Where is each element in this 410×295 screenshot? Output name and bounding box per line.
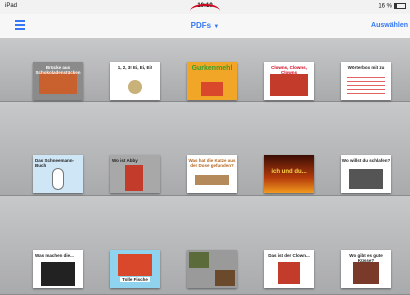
document-thumbnail[interactable]: Was hat die Katze aus der Dose gefunden? [187,155,237,193]
cover-image [125,165,143,191]
folder-title-dropdown[interactable]: PDFs ▼ [0,21,410,30]
document-title: 1, 2, 3! Ei, Ei, Ei! [117,65,153,70]
cover-image [195,175,229,185]
cover-image [201,82,223,96]
document-thumbnail[interactable]: Wo ist Abby [110,155,160,193]
document-title: Was machen die... [35,253,74,258]
document-title: Brücke aus Schokoladenstücken [35,65,81,75]
cover-image [270,74,308,96]
document-thumbnail[interactable]: Wo willst du schlafen? [341,155,391,193]
document-title: Das Schneemann-Buch [35,158,75,168]
document-thumbnail[interactable]: Das Schneemann-Buch [33,155,83,193]
document-title: Was hat die Katze aus der Dose gefunden? [188,158,236,168]
select-button[interactable]: Auswählen [371,22,408,29]
document-title: Das ist der Clown... [268,253,310,258]
document-thumbnail[interactable]: Wörterbox mit zu [341,62,391,100]
cover-image [39,72,77,94]
battery-indicator: 16 % [378,3,406,10]
document-thumbnail[interactable]: Wo gibt es gute Küsse? [341,250,391,288]
cover-image [347,74,385,96]
document-thumbnail[interactable]: Was machen die... [33,250,83,288]
document-thumbnail[interactable]: Brücke aus Schokoladenstücken [33,62,83,100]
document-title: Wörterbox mit zu [347,65,385,70]
document-thumbnail[interactable]: 1, 2, 3! Ei, Ei, Ei! [110,62,160,100]
document-thumbnail[interactable]: Gurkenmehl [187,62,237,100]
document-thumbnail[interactable]: ich und du... [264,155,314,193]
battery-icon [394,3,406,9]
cover-image [189,252,209,268]
document-title: Wo ist Abby [112,158,138,163]
navigation-bar: PDFs ▼ Auswählen [0,14,410,39]
document-thumbnail[interactable]: Tolle Fische [110,250,160,288]
cover-image [128,80,142,94]
document-title: Tolle Fische [120,277,150,282]
cover-image [353,262,379,284]
document-thumbnail[interactable]: Das ist der Clown... [264,250,314,288]
snowman-image [53,169,63,189]
document-thumbnail[interactable] [187,250,237,288]
folder-title: PDFs [190,21,212,30]
document-title: Wo willst du schlafen? [341,158,391,163]
cover-image [118,254,152,276]
battery-label: 16 % [378,3,392,10]
document-thumbnail[interactable]: Clowns, Clowns, Clowns [264,62,314,100]
cover-image [215,270,235,286]
chevron-down-icon: ▼ [213,24,220,30]
document-title: ich und du... [271,169,307,175]
cover-image [349,169,383,189]
cover-image [41,262,75,286]
cover-image [278,262,300,284]
document-title: Gurkenmehl [191,65,233,72]
